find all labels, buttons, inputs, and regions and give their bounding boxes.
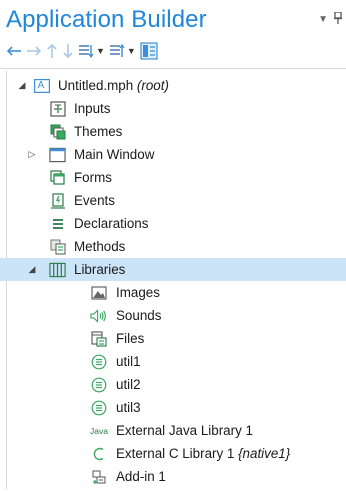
tree-node-declarations[interactable]: Declarations — [0, 212, 346, 235]
sounds-icon — [90, 307, 107, 324]
root-badge: A — [37, 80, 45, 91]
tree-node-util1[interactable]: util1 — [0, 350, 346, 373]
tree-node-root[interactable]: ◢ A Untitled.mph (root) — [0, 74, 346, 97]
toolbar-divider — [0, 68, 346, 69]
methods-icon — [49, 238, 66, 255]
add-in-icon — [90, 468, 107, 485]
collapse-options-icon[interactable]: ▼ — [109, 41, 136, 61]
show-options-icon[interactable]: ▼ — [78, 41, 105, 61]
model-builder-window-icon[interactable] — [140, 41, 158, 61]
events-icon — [49, 192, 66, 209]
tree-node-external-c-library[interactable]: External C Library 1 {native1} — [0, 442, 346, 465]
move-down-icon[interactable] — [62, 41, 74, 61]
back-arrow-icon[interactable] — [6, 41, 22, 61]
tree-node-util3[interactable]: util3 — [0, 396, 346, 419]
panel-title-controls: ▼ — [318, 11, 342, 27]
collapse-arrow-icon[interactable]: ◢ — [17, 80, 27, 91]
tree-item-label: External C Library 1 {native1} — [116, 446, 290, 461]
themes-icon — [49, 123, 66, 140]
tree-toolbar: ▼ ▼ — [6, 40, 158, 62]
java-icon: Java — [88, 422, 110, 439]
tree-item-label: Methods — [74, 239, 126, 254]
show-options-dropdown-icon[interactable]: ▼ — [96, 46, 105, 56]
forward-arrow-icon[interactable] — [26, 41, 42, 61]
application-root-icon: A — [33, 77, 50, 94]
forms-icon — [49, 169, 66, 186]
expand-arrow-icon[interactable]: ▷ — [27, 149, 37, 160]
tree-node-external-java-library[interactable]: Java External Java Library 1 — [0, 419, 346, 442]
move-up-icon[interactable] — [46, 41, 58, 61]
c-library-icon — [90, 445, 107, 462]
tree-item-label: Main Window — [74, 147, 155, 162]
tree-item-label: External Java Library 1 — [116, 423, 253, 438]
declarations-icon — [49, 215, 66, 232]
pin-icon[interactable] — [334, 11, 342, 27]
tree-item-label: util1 — [116, 354, 141, 369]
panel-title: Application Builder — [6, 6, 207, 33]
tree-node-sounds[interactable]: Sounds — [0, 304, 346, 327]
java-badge: Java — [90, 425, 108, 436]
root-name: Untitled.mph — [58, 78, 134, 93]
root-label: Untitled.mph (root) — [58, 78, 169, 93]
tree-node-themes[interactable]: Themes — [0, 120, 346, 143]
collapse-arrow-icon[interactable]: ◢ — [27, 264, 37, 275]
tree-item-label: util3 — [116, 400, 141, 415]
tree-node-events[interactable]: Events — [0, 189, 346, 212]
tree-item-label: Events — [74, 193, 115, 208]
tree-item-label: Forms — [74, 170, 112, 185]
tree-node-main-window[interactable]: ▷ Main Window — [0, 143, 346, 166]
inputs-icon — [49, 100, 66, 117]
utility-class-icon — [90, 399, 107, 416]
tree-node-util2[interactable]: util2 — [0, 373, 346, 396]
root-suffix: (root) — [136, 78, 169, 93]
utility-class-icon — [90, 353, 107, 370]
main-window-icon — [49, 146, 66, 163]
images-icon — [90, 284, 107, 301]
tree-item-label: Files — [116, 331, 145, 346]
tree-node-add-in[interactable]: Add-in 1 — [0, 465, 346, 488]
collapse-options-dropdown-icon[interactable]: ▼ — [127, 46, 136, 56]
tree-node-forms[interactable]: Forms — [0, 166, 346, 189]
application-builder-panel: Application Builder ▼ ▼ ▼ ◢ A Untitled.m… — [0, 0, 346, 491]
files-icon — [90, 330, 107, 347]
tree-item-label: util2 — [116, 377, 141, 392]
tree-node-libraries[interactable]: ◢ Libraries — [0, 258, 346, 281]
utility-class-icon — [90, 376, 107, 393]
libraries-icon — [49, 261, 66, 278]
tree-item-label: Sounds — [116, 308, 162, 323]
tree-node-images[interactable]: Images — [0, 281, 346, 304]
c-library-name: External C Library 1 — [116, 446, 235, 461]
tree-item-label: Declarations — [74, 216, 149, 231]
tree-node-files[interactable]: Files — [0, 327, 346, 350]
c-library-native-tag: {native1} — [238, 446, 291, 461]
tree-node-methods[interactable]: Methods — [0, 235, 346, 258]
tree-item-label: Images — [116, 285, 160, 300]
panel-menu-icon[interactable]: ▼ — [318, 14, 328, 25]
tree-item-label: Inputs — [74, 101, 111, 116]
tree-node-inputs[interactable]: Inputs — [0, 97, 346, 120]
tree-item-label: Themes — [74, 124, 123, 139]
tree-item-label: Libraries — [74, 262, 126, 277]
tree-item-label: Add-in 1 — [116, 469, 166, 484]
